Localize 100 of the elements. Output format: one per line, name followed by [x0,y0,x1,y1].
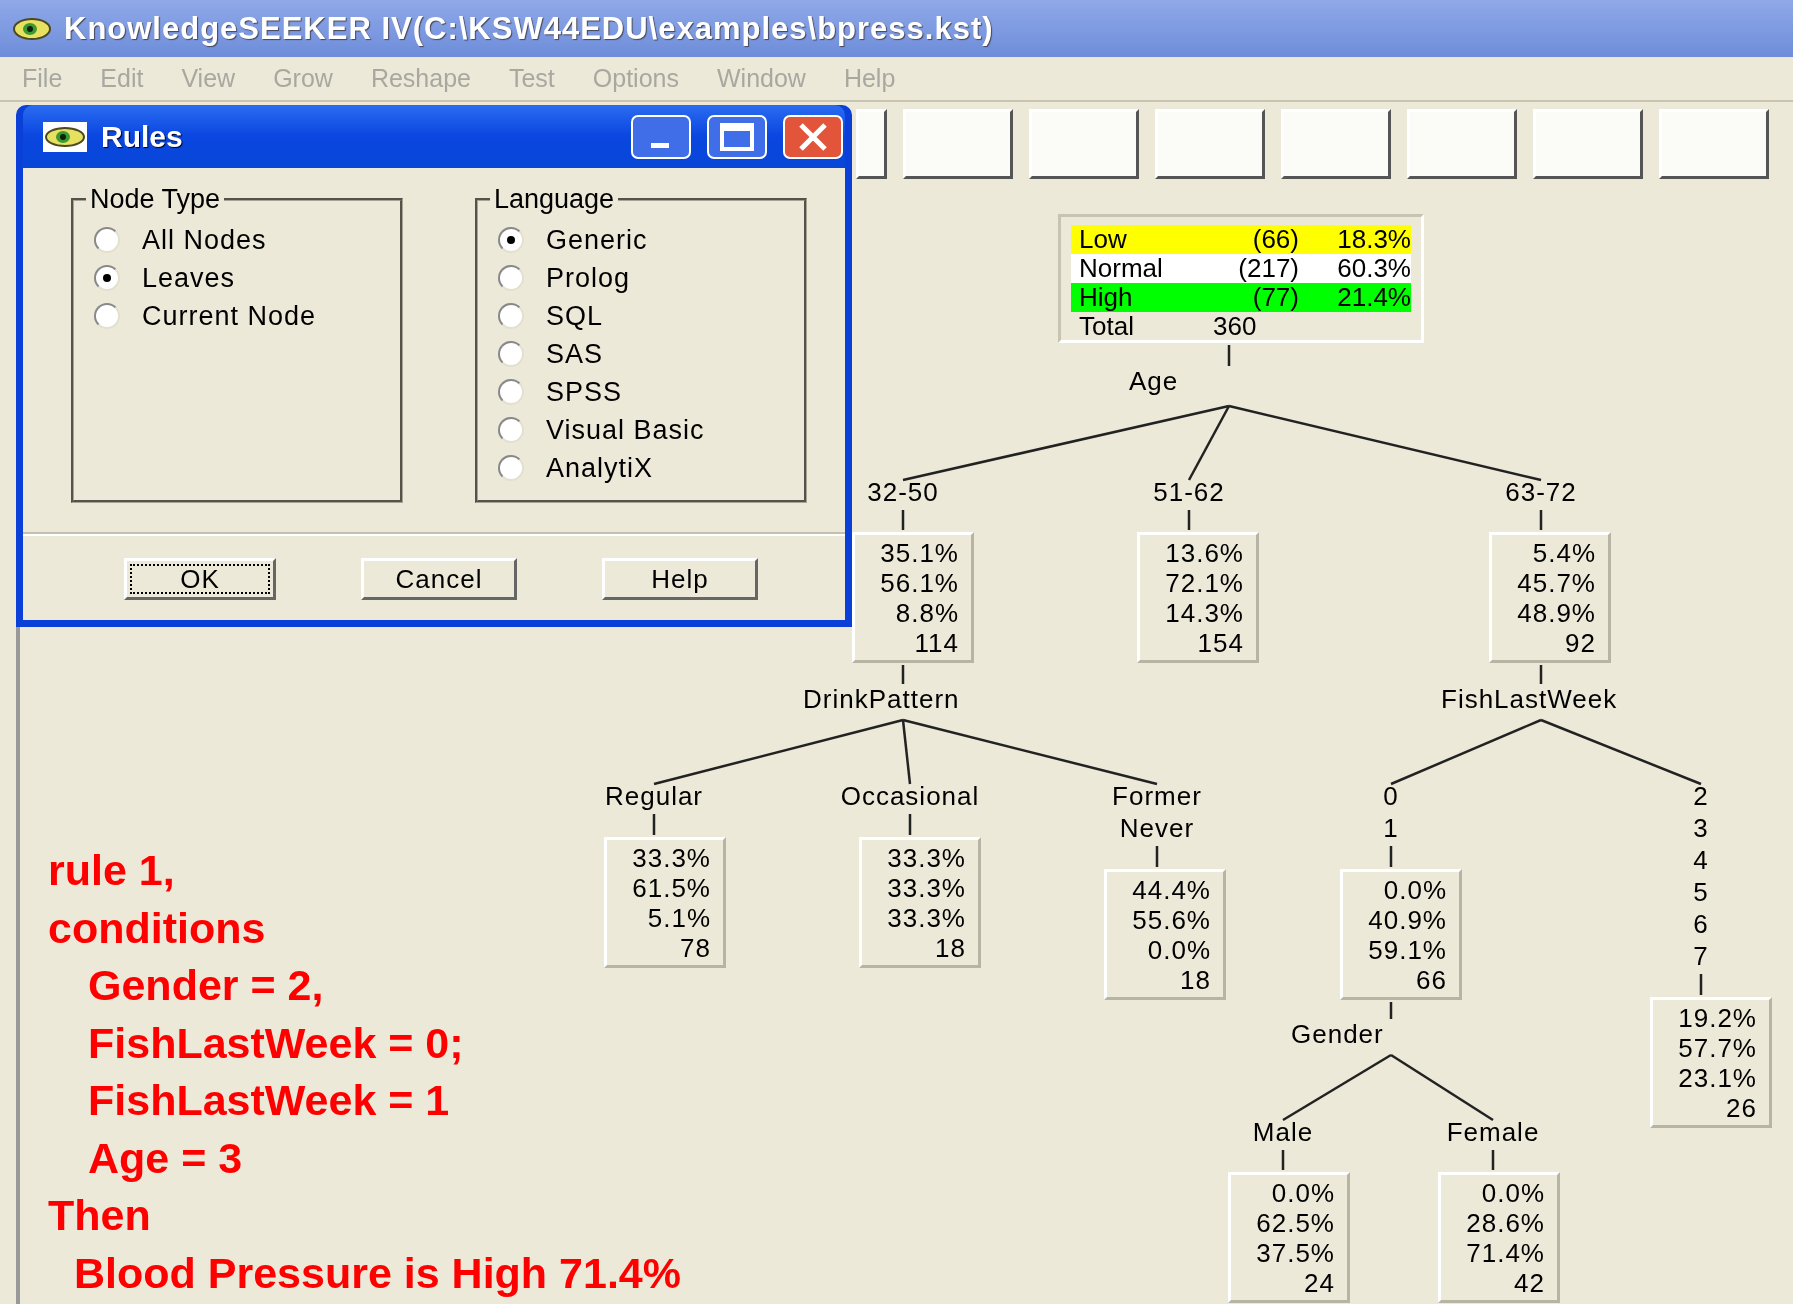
radio-label[interactable]: Leaves [142,262,236,294]
radio-label[interactable]: SPSS [546,376,623,408]
node-value: 14.3% [1165,598,1244,628]
node-value: 23.1% [1678,1063,1757,1093]
node-value: 26 [1726,1093,1757,1123]
node-value: 56.1% [880,568,959,598]
split-variable: Age [1129,366,1179,396]
branch-label: Former [1112,780,1202,812]
radio-label[interactable]: Visual Basic [546,414,705,446]
node-value: 33.3% [632,843,711,873]
radio-label[interactable]: Current Node [142,300,317,332]
maximize-button[interactable] [707,114,767,159]
class-percent: 18.3% [1336,225,1411,254]
connector-line [1227,345,1231,366]
connector-line [901,510,905,530]
rule-annotation: FishLastWeek = 0; [87,1017,464,1069]
toolbar-button[interactable] [1029,109,1139,179]
radio-button[interactable] [94,227,120,253]
dialog-button[interactable]: Help [602,558,758,600]
toolbar-button[interactable] [1407,109,1517,179]
minimize-button[interactable] [631,114,691,159]
rule-annotation: Then [48,1190,151,1241]
toolbar-button[interactable] [903,109,1013,179]
node-value: 0.0% [1383,875,1447,905]
branch-label: Female [1446,1116,1540,1148]
connector-line [901,665,905,684]
radio-button[interactable] [498,227,524,253]
branch-label: 51-62 [1153,476,1225,508]
eye-icon [43,121,87,152]
connector-line [1699,974,1703,995]
connector-line [1539,510,1543,530]
radio-label[interactable]: SAS [546,338,604,370]
node-value: 28.6% [1466,1208,1545,1238]
node-value: 44.4% [1132,875,1211,905]
node-value: 0.0% [1481,1178,1545,1208]
radio-button[interactable] [498,341,524,367]
node-value: 5.1% [647,903,711,933]
radio-label[interactable]: SQL [546,300,604,332]
node-value: 8.8% [895,598,959,628]
node-value: 45.7% [1517,568,1596,598]
radio-label[interactable]: All Nodes [142,224,267,256]
branch-label: Male [1252,1116,1314,1148]
window-title: KnowledgeSEEKER IV(C:\KSW44EDU\examples\bpress.kst) [64,10,994,47]
toolbar-button[interactable] [856,109,887,179]
toolbar-button[interactable] [1659,109,1769,179]
connector-line [652,814,656,835]
node-value: 55.6% [1132,905,1211,935]
dialog-button[interactable]: OK [124,558,276,600]
split-variable: FishLastWeek [1441,684,1618,714]
node-value: 71.4% [1466,1238,1545,1268]
branch-label: Never [1119,812,1195,844]
radio-button[interactable] [498,455,524,481]
branch-label: 63-72 [1505,476,1577,508]
node-value: 114 [914,628,959,658]
node-value: 33.3% [887,873,966,903]
node-value: 154 [1197,628,1244,658]
class-name: Low [1078,225,1128,254]
node-value: 0.0% [1271,1178,1335,1208]
node-value: 0.0% [1147,935,1211,965]
radio-button[interactable] [94,303,120,329]
dialog-button[interactable]: Cancel [361,558,517,600]
node-value: 35.1% [880,538,959,568]
class-count: (217) [1237,254,1299,283]
connector-line [1389,846,1393,867]
node-value: 57.7% [1678,1033,1757,1063]
branch-label: Regular [604,780,704,812]
node-value: 40.9% [1368,905,1447,935]
connector-line [1281,1150,1285,1170]
split-variable: Gender [1291,1019,1384,1049]
connector-line [1539,665,1543,684]
node-value: 72.1% [1165,568,1244,598]
connector-line [1155,846,1159,867]
close-button[interactable] [783,114,843,159]
toolbar-button[interactable] [1281,109,1391,179]
connector-line [908,814,912,835]
radio-button[interactable] [498,417,524,443]
class-percent: 21.4% [1336,283,1411,312]
node-value: 92 [1565,628,1596,658]
radio-label[interactable]: Generic [546,224,648,256]
branch-label: 2 [1693,780,1709,812]
toolbar-button[interactable] [1155,109,1265,179]
node-value: 62.5% [1256,1208,1335,1238]
node-value: 37.5% [1256,1238,1335,1268]
radio-button[interactable] [498,265,524,291]
split-variable: DrinkPattern [803,684,960,714]
connector-line [1187,510,1191,530]
radio-button[interactable] [498,303,524,329]
node-value: 18 [1180,965,1211,995]
rule-annotation: Blood Pressure is High 71.4% [73,1247,681,1299]
radio-button[interactable] [94,265,120,291]
radio-label[interactable]: AnalytiX [546,452,654,484]
node-value: 24 [1304,1268,1335,1298]
branch-label: 6 [1693,908,1709,940]
radio-button[interactable] [498,379,524,405]
node-value: 5.4% [1532,538,1596,568]
node-value: 33.3% [887,843,966,873]
toolbar-button[interactable] [1533,109,1643,179]
class-count: (77) [1251,283,1299,312]
radio-label[interactable]: Prolog [546,262,631,294]
rule-annotation: FishLastWeek = 1 [87,1075,450,1126]
